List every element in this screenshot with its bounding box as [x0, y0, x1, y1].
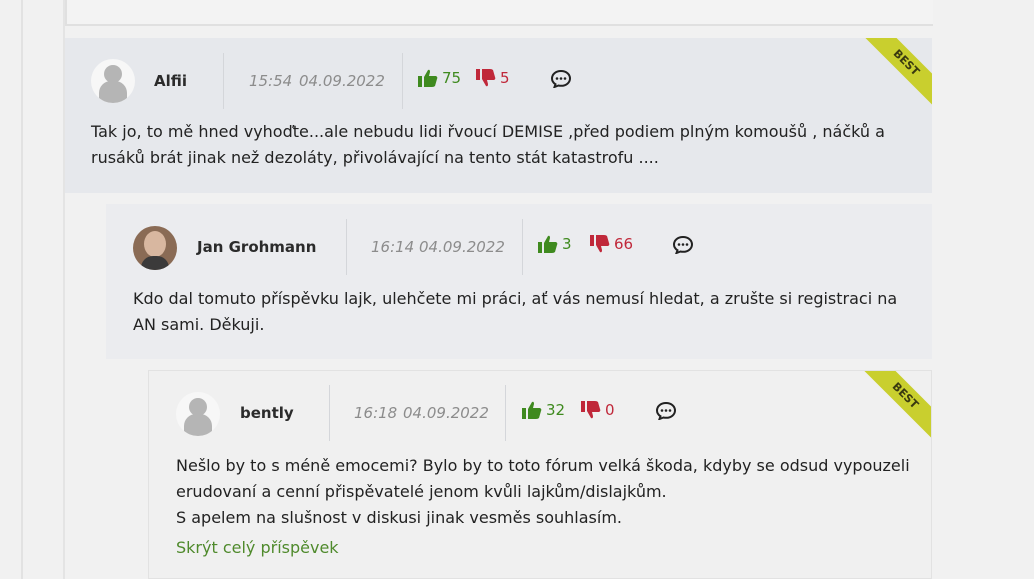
previous-comment-card	[65, 0, 933, 26]
avatar[interactable]	[133, 226, 177, 270]
reply-bubble-icon[interactable]	[673, 236, 693, 254]
avatar-body	[184, 414, 212, 436]
like-count: 32	[546, 401, 566, 419]
divider	[505, 385, 506, 441]
comment-time: 16:14	[371, 238, 415, 256]
dislike-button[interactable]: 5	[476, 69, 510, 87]
hide-post-link[interactable]: Skrýt celý příspěvek	[176, 538, 339, 557]
like-count: 3	[562, 235, 572, 253]
thumbs-down-icon	[581, 401, 601, 419]
thumbs-up-icon	[418, 69, 438, 87]
comment-text: Kdo dal tomuto příspěvku lajk, ulehčete …	[133, 289, 898, 334]
comment-date: 04.09.2022	[299, 72, 385, 90]
comment-date: 04.09.2022	[403, 404, 489, 422]
best-ribbon: BEST	[854, 371, 931, 447]
comment-author[interactable]: Jan Grohmann	[197, 238, 316, 256]
avatar-body	[99, 81, 127, 103]
avatar-body	[141, 256, 169, 270]
comment-date: 04.09.2022	[419, 238, 505, 256]
dislike-count: 0	[605, 401, 615, 419]
comment-card: BEST Alfii 15:54 04.09.2022 75 5 Tak jo,…	[65, 38, 932, 193]
divider	[223, 53, 224, 109]
comment-text-line: Nešlo by to s méně emocemi? Bylo by to t…	[176, 456, 910, 475]
reply-bubble-icon[interactable]	[551, 70, 571, 88]
comment-text: Nešlo by to s méně emocemi? Bylo by to t…	[176, 453, 916, 531]
like-button[interactable]: 3	[538, 235, 572, 253]
best-ribbon: BEST	[855, 38, 932, 114]
like-count: 75	[442, 69, 462, 87]
thumbs-down-icon	[590, 235, 610, 253]
divider	[402, 53, 403, 109]
dislike-count: 5	[500, 69, 510, 87]
comment-text-line: erudovaní a cenní přispěvatelé jenom kvů…	[176, 482, 667, 501]
thumbs-up-icon	[522, 401, 542, 419]
comment-card: Jan Grohmann 16:14 04.09.2022 3 66 Kdo d…	[106, 204, 932, 359]
avatar-face	[144, 231, 166, 257]
divider	[329, 385, 330, 441]
comment-author[interactable]: Alfii	[154, 72, 187, 90]
like-button[interactable]: 32	[522, 401, 565, 419]
like-button[interactable]: 75	[418, 69, 461, 87]
avatar[interactable]	[91, 59, 135, 103]
comment-time: 15:54	[249, 72, 293, 90]
avatar[interactable]	[176, 392, 220, 436]
thumbs-down-icon	[476, 69, 496, 87]
comment-card: BEST bently 16:18 04.09.2022 32 0 Nešlo …	[148, 370, 932, 579]
comment-author[interactable]: bently	[240, 404, 294, 422]
comment-text: Tak jo, to mě hned vyhoďte...ale nebudu …	[91, 122, 885, 167]
page-left-rule	[21, 0, 23, 579]
comment-time: 16:18	[354, 404, 398, 422]
dislike-button[interactable]: 0	[581, 401, 615, 419]
divider	[346, 219, 347, 275]
divider	[522, 219, 523, 275]
reply-bubble-icon[interactable]	[656, 402, 676, 420]
dislike-count: 66	[614, 235, 634, 253]
thumbs-up-icon	[538, 235, 558, 253]
comment-text-line: S apelem na slušnost v diskusi jinak ves…	[176, 508, 622, 527]
dislike-button[interactable]: 66	[590, 235, 633, 253]
